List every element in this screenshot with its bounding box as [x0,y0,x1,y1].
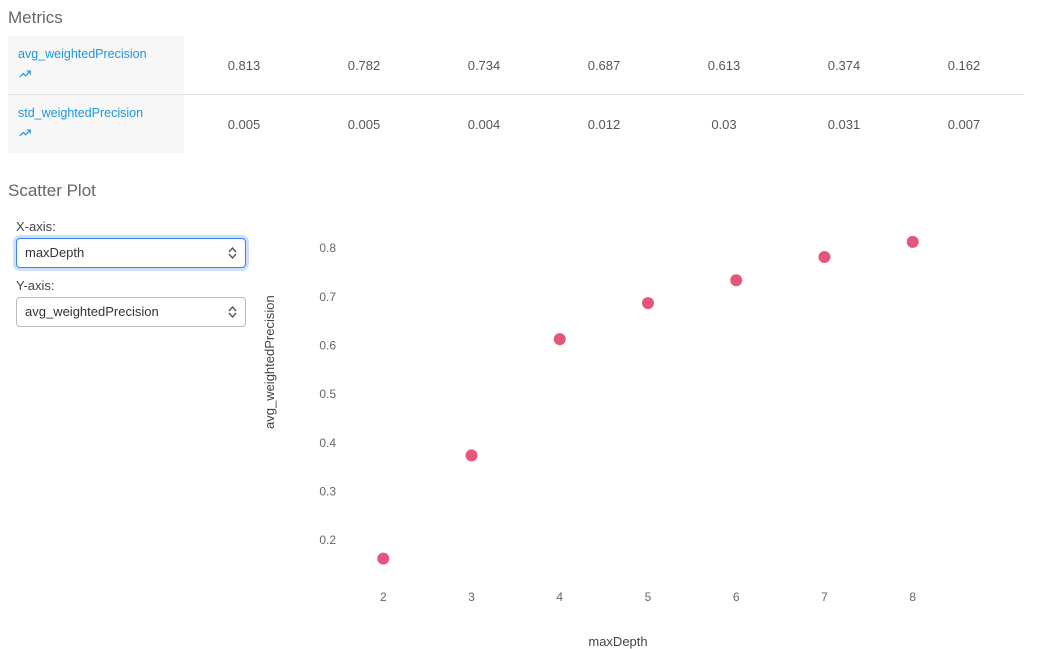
metrics-heading: Metrics [8,8,1037,28]
xtick-label: 4 [556,590,563,604]
xtick-label: 6 [733,590,740,604]
metric-cell: 0.004 [424,95,544,154]
table-row: avg_weightedPrecision 0.8130.7820.7340.68… [8,36,1024,95]
scatter-point [907,236,919,248]
scatter-point [377,553,389,565]
chart-icon[interactable] [18,126,178,143]
ytick-label: 0.6 [319,338,336,352]
scatter-point [818,251,830,263]
scatter-point [642,297,654,309]
scatter-point [730,274,742,286]
metric-cell: 0.782 [304,36,424,95]
metric-cell: 0.012 [544,95,664,154]
scatter-point [554,333,566,345]
ytick-label: 0.5 [319,387,336,401]
ytick-label: 0.4 [319,436,336,450]
scatter-chart: avg_weightedPrecision 0.20.30.40.50.60.7… [268,209,968,649]
metric-cell: 0.005 [184,95,304,154]
scatter-heading: Scatter Plot [8,181,1037,201]
metric-row-header: std_weightedPrecision [8,95,184,154]
xaxis-label: X-axis: [16,219,228,234]
metric-cell: 0.734 [424,36,544,95]
xtick-label: 2 [380,590,387,604]
xaxis-select[interactable]: maxDepth [16,238,246,268]
metric-cell: 0.031 [784,95,904,154]
table-row: std_weightedPrecision0.0050.0050.0040.01… [8,95,1024,154]
xtick-label: 3 [468,590,475,604]
yaxis-select[interactable]: avg_weightedPrecision [16,297,246,327]
metric-cell: 0.613 [664,36,784,95]
xtick-label: 8 [909,590,916,604]
ytick-label: 0.7 [319,290,336,304]
ytick-label: 0.3 [319,484,336,498]
ytick-label: 0.8 [319,241,336,255]
scatter-controls: X-axis: maxDepth Y-axis: avg_weightedPre… [8,209,268,327]
metric-link[interactable]: avg_weightedPrecision [18,47,147,61]
metric-cell: 0.813 [184,36,304,95]
xtick-label: 7 [821,590,828,604]
metric-link[interactable]: std_weightedPrecision [18,106,143,120]
metric-cell: 0.005 [304,95,424,154]
metric-cell: 0.03 [664,95,784,154]
chart-xlabel: maxDepth [268,634,968,649]
xtick-label: 5 [645,590,652,604]
metric-cell: 0.687 [544,36,664,95]
metrics-table: avg_weightedPrecision 0.8130.7820.7340.68… [8,36,1024,153]
metric-cell: 0.162 [904,36,1024,95]
metric-row-header: avg_weightedPrecision [8,36,184,95]
metric-cell: 0.007 [904,95,1024,154]
chart-icon[interactable] [18,67,178,84]
metric-cell: 0.374 [784,36,904,95]
yaxis-label: Y-axis: [16,278,228,293]
scatter-point [466,449,478,461]
ytick-label: 0.2 [319,533,336,547]
